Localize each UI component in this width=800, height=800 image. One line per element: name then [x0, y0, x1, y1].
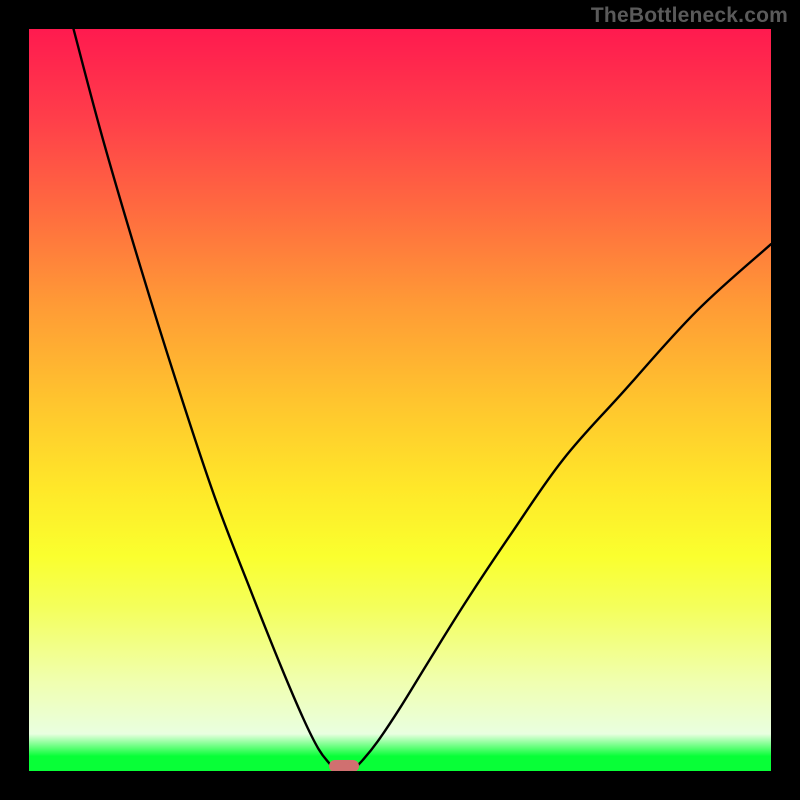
curve-right-branch: [352, 244, 771, 771]
chart-frame: TheBottleneck.com: [0, 0, 800, 800]
plot-area: [29, 29, 771, 771]
watermark-text: TheBottleneck.com: [591, 4, 788, 28]
curve-layer: [29, 29, 771, 771]
bottleneck-marker: [329, 760, 359, 771]
curve-left-branch: [74, 29, 337, 771]
